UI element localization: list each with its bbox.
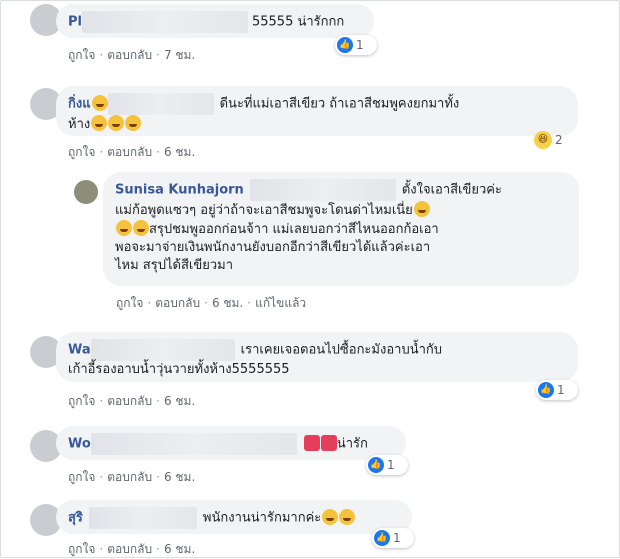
blurred-name — [107, 93, 214, 115]
reaction-summary[interactable]: 👍 1 — [372, 528, 414, 548]
comment-actions: ถูกใจ · ตอบกลับ · 7 ชม. — [68, 48, 196, 62]
timestamp[interactable]: 6 ชม. — [164, 470, 195, 484]
blurred-name — [249, 179, 396, 201]
reply-link[interactable]: ตอบกลับ — [155, 296, 200, 310]
reaction-summary[interactable]: 👍 1 — [335, 35, 377, 55]
like-link[interactable]: ถูกใจ — [68, 48, 95, 62]
reply-link[interactable]: ตอบกลับ — [107, 542, 152, 556]
like-link[interactable]: ถูกใจ — [68, 145, 95, 159]
like-link[interactable]: ถูกใจ — [68, 394, 95, 408]
reply-link[interactable]: ตอบกลับ — [107, 394, 152, 408]
comment-text-line1: เราเคยเจอตอนไปซื้อกะมังอาบน้ำกับ — [240, 342, 443, 358]
comment-text-line2: ห้าง — [68, 117, 91, 132]
comment-actions: ถูกใจ · ตอบกลับ · 6 ชม. — [68, 470, 196, 484]
comment-actions: ถูกใจ · ตอบกลับ · 6 ชม. — [68, 145, 196, 159]
reply-text-line1: ตั้งใจเอาสีเขียวค่ะ — [401, 182, 502, 198]
reaction-summary[interactable]: 👍 1 — [536, 380, 578, 400]
timestamp[interactable]: 6 ชม. — [164, 394, 195, 408]
blurred-name — [90, 433, 297, 455]
reply-link[interactable]: ตอบกลับ — [107, 145, 152, 159]
comment-text: พนักงานน่ารักมากค่ะ — [202, 510, 322, 526]
laugh-emoji-icon — [91, 94, 108, 111]
laugh-emoji-icon — [413, 201, 430, 217]
like-reaction-icon: 👍 — [374, 530, 390, 546]
comment-text: 55555 น่ารักกก — [251, 14, 345, 30]
heart-emoji-icon — [320, 434, 337, 451]
like-link[interactable]: ถูกใจ — [116, 296, 143, 310]
comment-author[interactable]: Wo — [68, 437, 91, 452]
laugh-emoji-icon — [108, 115, 125, 131]
heart-emoji-icon — [303, 434, 320, 451]
reaction-summary[interactable]: 👍 1 — [366, 455, 408, 475]
reaction-summary[interactable]: 😆 2 — [532, 130, 576, 150]
laugh-emoji-icon — [116, 220, 132, 236]
reply-text-line4: พอจะมาจ่ายเงินพนักงานยังบอกอีกว่าสีเขียว… — [115, 240, 431, 255]
laugh-emoji-icon — [91, 115, 108, 131]
comment-text-line1: ดีนะที่แม่เอาสีเขียว ถ้าเอาสีชมพูคงยกมาท… — [219, 96, 460, 112]
comment-author[interactable]: สุริ — [68, 511, 83, 526]
timestamp[interactable]: 6 ชม. — [164, 145, 195, 159]
reply-actions: ถูกใจ · ตอบกลับ · 6 ชม. · แก้ไขแล้ว — [116, 296, 307, 310]
reply-avatar[interactable] — [74, 180, 98, 204]
like-reaction-icon: 👍 — [538, 382, 554, 398]
reply-text-line5: ไหม สรุปได้สีเขียวมา — [115, 258, 234, 273]
edited-label[interactable]: แก้ไขแล้ว — [255, 296, 306, 310]
laugh-emoji-icon — [125, 115, 142, 131]
comment-author[interactable]: กิ่งแ — [68, 97, 91, 112]
haha-reaction-icon: 😆 — [534, 131, 552, 149]
timestamp[interactable]: 7 ชม. — [164, 48, 195, 62]
reaction-count: 1 — [557, 383, 565, 397]
like-reaction-icon: 👍 — [337, 37, 353, 53]
reply-link[interactable]: ตอบกลับ — [107, 48, 152, 62]
like-link[interactable]: ถูกใจ — [68, 542, 95, 556]
comment-author[interactable]: Pl — [68, 15, 82, 30]
like-reaction-icon: 👍 — [368, 457, 384, 473]
comment-bubble: สุริ พนักงานน่ารักมากค่ะ — [56, 500, 412, 534]
comment-bubble: Wo น่ารัก — [56, 426, 406, 460]
blurred-name — [81, 11, 248, 33]
reply-author[interactable]: Sunisa Kunhajorn — [115, 183, 244, 198]
like-link[interactable]: ถูกใจ — [68, 470, 95, 484]
comment-bubble: Wa เราเคยเจอตอนไปซื้อกะมังอาบน้ำกับ เก้าอ… — [56, 332, 578, 382]
laugh-emoji-icon — [322, 508, 339, 525]
reaction-count: 1 — [387, 458, 395, 472]
reply-bubble: Sunisa Kunhajorn ตั้งใจเอาสีเขียวค่ะ แม่ก… — [103, 172, 579, 286]
reaction-count: 1 — [393, 531, 401, 545]
timestamp[interactable]: 6 ชม. — [164, 542, 195, 556]
comment-actions: ถูกใจ · ตอบกลับ · 6 ชม. — [68, 394, 196, 408]
reaction-count: 1 — [356, 38, 364, 52]
comment-actions: ถูกใจ · ตอบกลับ · 6 ชม. — [68, 542, 196, 556]
blurred-name — [90, 339, 235, 361]
timestamp[interactable]: 6 ชม. — [212, 296, 243, 310]
comment-author[interactable]: Wa — [68, 343, 91, 358]
reaction-count: 2 — [555, 133, 563, 147]
blurred-name — [88, 507, 197, 529]
comment-bubble: กิ่งแ ดีนะที่แม่เอาสีเขียว ถ้าเอาสีชมพูคง… — [56, 86, 578, 136]
laugh-emoji-icon — [339, 508, 356, 525]
comment-text: น่ารัก — [336, 436, 368, 452]
comment-bubble: Pl 55555 น่ารักกก — [56, 4, 374, 38]
reply-text-line3: สรุปชมพูออกก่อนจ้าา แม่เลยบอกว่าสีไหนออก… — [149, 222, 439, 237]
reply-text-line2: แม่ก้อพูดแซวๆ อยู่ว่าถ้าจะเอาสีชมพูจะโดน… — [115, 203, 413, 218]
comment-text-line2: เก้าอี้รองอาบน้ำวุ่นวายทั้งห้าง5555555 — [68, 362, 290, 377]
reply-link[interactable]: ตอบกลับ — [107, 470, 152, 484]
laugh-emoji-icon — [133, 220, 149, 236]
